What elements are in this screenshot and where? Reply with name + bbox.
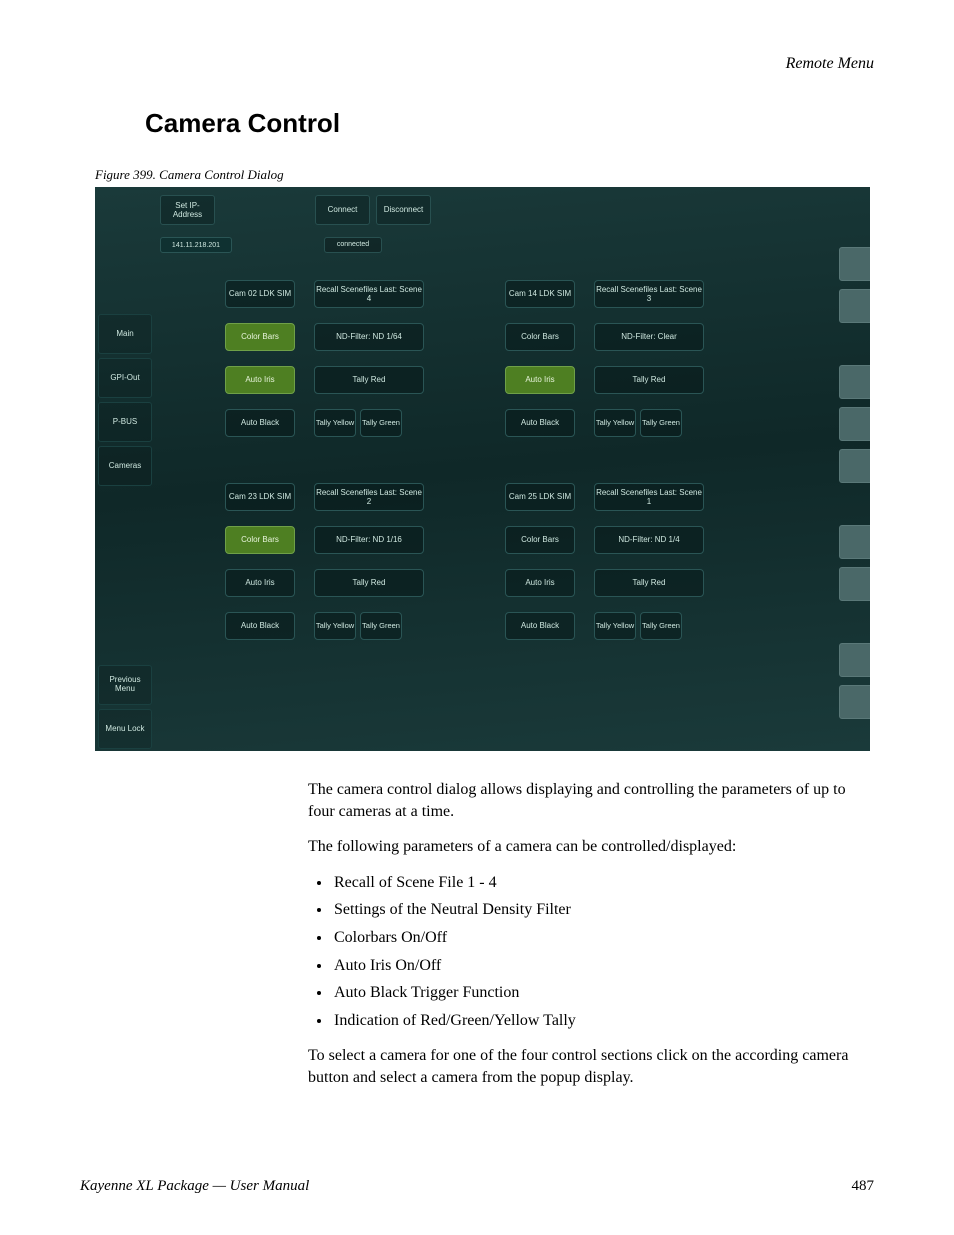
- right-side-tabs: [839, 247, 870, 719]
- set-ip-button[interactable]: Set IP- Address: [160, 195, 215, 225]
- page-number: 487: [852, 1178, 875, 1195]
- side-tab[interactable]: [839, 567, 870, 601]
- camera-select-button[interactable]: Cam 14 LDK SIM: [505, 280, 575, 308]
- disconnect-button[interactable]: Disconnect: [376, 195, 431, 225]
- tally-yellow-indicator: Tally Yellow: [594, 409, 636, 437]
- camera-select-button[interactable]: Cam 25 LDK SIM: [505, 483, 575, 511]
- paragraph: The camera control dialog allows display…: [308, 779, 874, 822]
- color-bars-button[interactable]: Color Bars: [505, 526, 575, 554]
- running-header: Remote Menu: [80, 55, 874, 73]
- camera-panel: Cam 23 LDK SIM Recall Scenefiles Last: Sc…: [225, 480, 505, 665]
- side-tab[interactable]: [839, 365, 870, 399]
- sidebar-previous-menu[interactable]: Previous Menu: [98, 665, 152, 705]
- list-item: Indication of Red/Green/Yellow Tally: [332, 1010, 874, 1032]
- nd-filter-button[interactable]: ND-Filter: Clear: [594, 323, 704, 351]
- auto-iris-button[interactable]: Auto Iris: [505, 569, 575, 597]
- recall-scenefiles-button[interactable]: Recall Scenefiles Last: Scene 1: [594, 483, 704, 511]
- tally-green-indicator: Tally Green: [640, 409, 682, 437]
- auto-black-button[interactable]: Auto Black: [505, 612, 575, 640]
- tally-red-indicator: Tally Red: [314, 569, 424, 597]
- list-item: Recall of Scene File 1 - 4: [332, 872, 874, 894]
- recall-scenefiles-button[interactable]: Recall Scenefiles Last: Scene 3: [594, 280, 704, 308]
- sidebar: Main GPI-Out P-BUS Cameras Previous Menu…: [95, 187, 155, 751]
- nd-filter-button[interactable]: ND-Filter: ND 1/64: [314, 323, 424, 351]
- sidebar-menu-lock[interactable]: Menu Lock: [98, 709, 152, 749]
- auto-iris-button[interactable]: Auto Iris: [225, 366, 295, 394]
- tally-yellow-indicator: Tally Yellow: [594, 612, 636, 640]
- side-tab[interactable]: [839, 247, 870, 281]
- body-text: The camera control dialog allows display…: [308, 779, 874, 1089]
- ip-address-field[interactable]: 141.11.218.201: [160, 237, 232, 253]
- side-tab[interactable]: [839, 289, 870, 323]
- recall-scenefiles-button[interactable]: Recall Scenefiles Last: Scene 4: [314, 280, 424, 308]
- tally-green-indicator: Tally Green: [360, 409, 402, 437]
- camera-panel: Cam 25 LDK SIM Recall Scenefiles Last: Sc…: [505, 480, 785, 665]
- side-tab[interactable]: [839, 449, 870, 483]
- connect-button[interactable]: Connect: [315, 195, 370, 225]
- side-tab[interactable]: [839, 407, 870, 441]
- paragraph: The following parameters of a camera can…: [308, 836, 874, 858]
- auto-iris-button[interactable]: Auto Iris: [225, 569, 295, 597]
- footer-manual-title: Kayenne XL Package — User Manual: [80, 1178, 309, 1195]
- auto-iris-button[interactable]: Auto Iris: [505, 366, 575, 394]
- tally-pair: Tally YellowTally Green: [594, 612, 714, 640]
- color-bars-button[interactable]: Color Bars: [225, 323, 295, 351]
- nd-filter-button[interactable]: ND-Filter: ND 1/4: [594, 526, 704, 554]
- color-bars-button[interactable]: Color Bars: [505, 323, 575, 351]
- camera-select-button[interactable]: Cam 23 LDK SIM: [225, 483, 295, 511]
- sidebar-main[interactable]: Main: [98, 314, 152, 354]
- section-title: Camera Control: [145, 108, 874, 139]
- tally-yellow-indicator: Tally Yellow: [314, 409, 356, 437]
- tally-pair: Tally YellowTally Green: [594, 409, 714, 437]
- tally-pair: Tally YellowTally Green: [314, 409, 434, 437]
- recall-scenefiles-button[interactable]: Recall Scenefiles Last: Scene 2: [314, 483, 424, 511]
- bullet-list: Recall of Scene File 1 - 4 Settings of th…: [332, 872, 874, 1032]
- list-item: Auto Black Trigger Function: [332, 982, 874, 1004]
- sidebar-pbus[interactable]: P-BUS: [98, 402, 152, 442]
- nd-filter-button[interactable]: ND-Filter: ND 1/16: [314, 526, 424, 554]
- side-tab[interactable]: [839, 685, 870, 719]
- tally-green-indicator: Tally Green: [360, 612, 402, 640]
- camera-panel: Cam 14 LDK SIM Recall Scenefiles Last: Sc…: [505, 277, 785, 462]
- tally-red-indicator: Tally Red: [314, 366, 424, 394]
- list-item: Settings of the Neutral Density Filter: [332, 899, 874, 921]
- list-item: Colorbars On/Off: [332, 927, 874, 949]
- auto-black-button[interactable]: Auto Black: [225, 409, 295, 437]
- auto-black-button[interactable]: Auto Black: [225, 612, 295, 640]
- camera-panel: Cam 02 LDK SIM Recall Scenefiles Last: Sc…: [225, 277, 505, 462]
- figure-caption: Figure 399. Camera Control Dialog: [95, 167, 874, 183]
- side-tab[interactable]: [839, 643, 870, 677]
- auto-black-button[interactable]: Auto Black: [505, 409, 575, 437]
- tally-red-indicator: Tally Red: [594, 366, 704, 394]
- connection-status: connected: [324, 237, 382, 253]
- tally-green-indicator: Tally Green: [640, 612, 682, 640]
- sidebar-gpi-out[interactable]: GPI-Out: [98, 358, 152, 398]
- sidebar-cameras[interactable]: Cameras: [98, 446, 152, 486]
- camera-select-button[interactable]: Cam 02 LDK SIM: [225, 280, 295, 308]
- color-bars-button[interactable]: Color Bars: [225, 526, 295, 554]
- camera-control-dialog: Set IP- Address Connect Disconnect 141.1…: [95, 187, 870, 751]
- tally-yellow-indicator: Tally Yellow: [314, 612, 356, 640]
- tally-pair: Tally YellowTally Green: [314, 612, 434, 640]
- paragraph: To select a camera for one of the four c…: [308, 1045, 874, 1088]
- side-tab[interactable]: [839, 525, 870, 559]
- tally-red-indicator: Tally Red: [594, 569, 704, 597]
- list-item: Auto Iris On/Off: [332, 955, 874, 977]
